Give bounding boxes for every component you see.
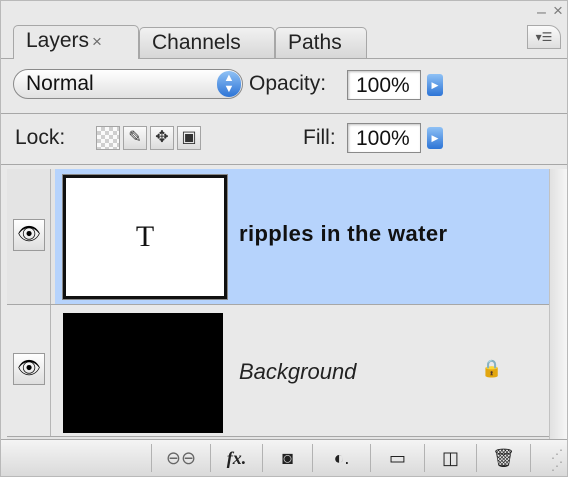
link-layers-icon[interactable]: ⊖⊖ <box>151 444 211 472</box>
lock-label: Lock: <box>15 126 66 149</box>
panel-menu-icon[interactable]: ▾☰ <box>527 25 561 49</box>
layers-panel: – × Channels Paths Layers × ▾☰ Normal ▲ ▼ … <box>0 0 568 477</box>
minimize-icon[interactable]: – <box>537 5 546 21</box>
tab-close-icon[interactable]: × <box>92 32 102 51</box>
layer-list: 👁 T ripples in the water 👁 Background 🔒 <box>7 169 549 439</box>
new-layer-icon[interactable]: ◫ <box>425 444 477 472</box>
fill-slider-arrow-icon[interactable]: ▶ <box>427 127 443 149</box>
layer-style-fx-icon[interactable]: fx. <box>211 444 263 472</box>
fx-label: fx <box>226 448 242 468</box>
opacity-label: Opacity: <box>249 72 327 95</box>
layer-row-background[interactable]: 👁 Background 🔒 <box>7 305 549 437</box>
close-icon[interactable]: × <box>553 2 563 19</box>
lock-image-pixels-icon[interactable]: ✎ <box>123 126 147 150</box>
layer-name[interactable]: ripples in the water <box>239 221 448 247</box>
layers-toolbar: ⊖⊖ fx. ◙ ◐. ▭ ◫ 🗑 ⋰ ⋰ <box>1 439 567 476</box>
resize-grip-icon[interactable]: ⋰ ⋰ <box>541 448 563 472</box>
stepper-arrows-icon: ▲ ▼ <box>217 71 241 97</box>
fill-label: Fill: <box>303 126 336 149</box>
new-group-icon[interactable]: ▭ <box>371 444 425 472</box>
layer-name[interactable]: Background <box>239 359 356 385</box>
eye-icon[interactable]: 👁 <box>13 219 45 251</box>
adjustment-layer-icon[interactable]: ◐. <box>313 444 371 472</box>
blend-mode-select[interactable]: Normal ▲ ▼ <box>13 69 243 99</box>
lock-position-icon[interactable]: ✥ <box>150 126 174 150</box>
opacity-input[interactable]: 100% <box>347 70 421 100</box>
tab-channels-label: Channels <box>152 31 241 54</box>
scrollbar[interactable] <box>549 169 567 439</box>
tab-strip: Channels Paths Layers × <box>1 21 529 59</box>
visibility-column: 👁 <box>7 169 51 304</box>
lock-transparent-pixels-icon[interactable] <box>96 126 120 150</box>
tab-layers-label: Layers <box>26 29 90 52</box>
visibility-column: 👁 <box>7 305 51 436</box>
lock-all-icon[interactable]: ▣ <box>177 126 201 150</box>
fill-input[interactable]: 100% <box>347 123 421 153</box>
tab-channels[interactable]: Channels <box>139 27 275 59</box>
background-thumbnail <box>63 313 223 433</box>
lock-icon: 🔒 <box>481 359 503 378</box>
tab-layers[interactable]: Layers × <box>13 25 139 59</box>
text-layer-thumbnail: T <box>62 174 228 300</box>
tab-paths[interactable]: Paths <box>275 27 367 59</box>
delete-layer-icon[interactable]: 🗑 <box>477 444 531 472</box>
layer-row-text[interactable]: 👁 T ripples in the water <box>7 169 549 305</box>
eye-icon[interactable]: 👁 <box>13 353 45 385</box>
tab-paths-label: Paths <box>288 31 342 54</box>
blend-mode-value: Normal <box>26 72 94 95</box>
opacity-slider-arrow-icon[interactable]: ▶ <box>427 74 443 96</box>
divider <box>1 113 567 114</box>
divider <box>1 164 567 165</box>
add-mask-icon[interactable]: ◙ <box>263 444 313 472</box>
